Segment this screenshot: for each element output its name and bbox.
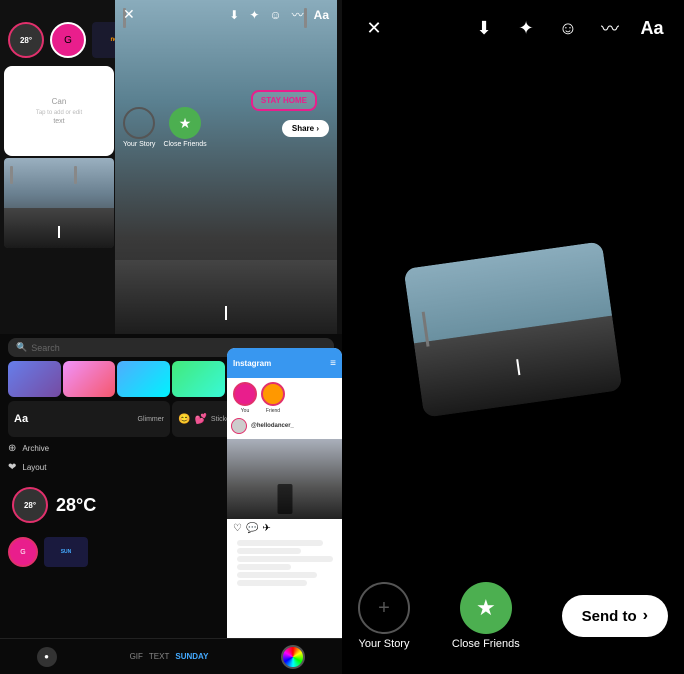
bg-option-2[interactable]	[63, 361, 116, 397]
feed-avatar-1[interactable]: You	[233, 382, 257, 414]
footer-gif[interactable]: GIF	[130, 652, 143, 661]
grid-cell-white-1[interactable]: Can Tap to add or edit text	[4, 66, 114, 156]
footer-section: ●	[37, 647, 57, 667]
story-thumb-1[interactable]: 28°	[8, 22, 44, 58]
cell-text-2: Tap to add or edit	[36, 110, 82, 116]
share-icon[interactable]: ✈	[262, 523, 270, 534]
editor-icons: ⬇ ✦ ☺ 〰 Aa	[229, 6, 329, 23]
bg-option-1[interactable]	[8, 361, 61, 397]
close-friends-icon: ★	[476, 595, 496, 621]
archive-label: Archive	[22, 444, 49, 453]
share-btn-left[interactable]: Share ›	[282, 120, 329, 137]
bg-option-4[interactable]	[172, 361, 225, 397]
aa-icon: Aa	[14, 413, 28, 425]
send-to-label: Send to	[582, 608, 637, 625]
aa-sublabel: Glimmer	[138, 416, 164, 423]
temp-story-thumb[interactable]: 28°	[12, 487, 48, 523]
feed-header: Instagram ≡	[227, 348, 342, 378]
close-friends-option-left[interactable]: ★ Close Friends	[163, 107, 206, 148]
pen-icon: 〰	[601, 15, 619, 41]
feed-post-image	[227, 439, 342, 519]
close-button[interactable]: ✕	[358, 12, 390, 44]
right-header-icons: ⬇ ✦ ☺ 〰 Aa	[468, 12, 668, 44]
close-friends-circle: ★	[460, 582, 512, 634]
story-editor-photo	[115, 0, 337, 340]
feed-caption	[227, 540, 342, 586]
temperature-display: 28°C	[56, 495, 96, 516]
feed-post-user: @hellodancer_	[231, 418, 338, 434]
editor-download-icon[interactable]: ⬇	[229, 8, 239, 22]
editor-face-icon[interactable]: ☺	[269, 8, 281, 22]
bottom-story-2[interactable]: SUN	[44, 537, 88, 567]
like-icon[interactable]: ♡	[233, 523, 242, 534]
send-to-button[interactable]: Send to ›	[562, 595, 668, 637]
editor-text-icon[interactable]: Aa	[314, 8, 329, 22]
search-placeholder: Search	[31, 343, 60, 353]
feed-actions: ♡ 💬 ✈	[227, 519, 342, 538]
temp-section: 28° 28°C	[12, 487, 96, 523]
face-icon: ☺	[559, 18, 577, 39]
cell-text-3: text	[53, 118, 64, 125]
footer-circle-btn[interactable]: ●	[37, 647, 57, 667]
footer-bar: ● GIF TEXT SUNDAY	[0, 638, 342, 674]
story-thumb-2[interactable]: G	[50, 22, 86, 58]
story-editor: ✕ ⬇ ✦ ☺ 〰 Aa STAY HOME Your Story	[115, 0, 337, 340]
bg-option-3[interactable]	[117, 361, 170, 397]
text-button[interactable]: Aa	[636, 12, 668, 44]
your-story-label: Your Story	[359, 638, 410, 650]
text-icon: Aa	[640, 18, 663, 39]
feed-post-header: @hellodancer_	[227, 418, 342, 439]
right-main-photo	[404, 241, 623, 417]
feed-preview-panel: Instagram ≡ You Friend @hellodancer_	[227, 348, 342, 638]
left-panel: 28° G news SUNDAY Can Tap to add or edit…	[0, 0, 342, 674]
face-button[interactable]: ☺	[552, 12, 584, 44]
footer-labels: GIF TEXT SUNDAY	[130, 652, 209, 661]
send-to-arrow-icon: ›	[643, 607, 648, 625]
your-story-option[interactable]: + Your Story	[358, 582, 410, 650]
friends-row: Your Story ★ Close Friends Share ›	[115, 101, 337, 154]
right-panel: ✕ ⬇ ✦ ☺ 〰 Aa	[342, 0, 684, 674]
close-friends-label: Close Friends	[452, 638, 520, 650]
footer-sunday[interactable]: SUNDAY	[175, 652, 208, 661]
bottom-story-1[interactable]: G	[8, 537, 38, 567]
feed-avatar-2[interactable]: Friend	[261, 382, 285, 414]
right-panel-header: ✕ ⬇ ✦ ☺ 〰 Aa	[342, 0, 684, 52]
your-story-icon: +	[378, 597, 390, 620]
download-icon: ⬇	[476, 18, 491, 39]
your-story-option-left[interactable]: Your Story	[123, 107, 155, 148]
sparkle-icon: ✦	[518, 18, 533, 39]
layout-icon: ❤	[8, 462, 16, 473]
editor-close-icon[interactable]: ✕	[123, 6, 135, 23]
color-wheel[interactable]	[281, 645, 305, 669]
close-friends-option[interactable]: ★ Close Friends	[452, 582, 520, 650]
your-story-circle: +	[358, 582, 410, 634]
right-main-photo-img	[404, 241, 623, 417]
comment-icon[interactable]: 💬	[246, 523, 258, 534]
pen-button[interactable]: 〰	[594, 12, 626, 44]
photo-road-left[interactable]	[4, 158, 114, 248]
layout-label: Layout	[22, 463, 46, 472]
editor-sparkle-icon[interactable]: ✦	[249, 8, 259, 22]
archive-icon: ⊕	[8, 443, 16, 454]
download-button[interactable]: ⬇	[468, 12, 500, 44]
cell-text-1: Can	[52, 97, 67, 106]
editor-pen-icon[interactable]: 〰	[292, 6, 304, 23]
footer-text[interactable]: TEXT	[149, 652, 169, 661]
sparkle-button[interactable]: ✦	[510, 12, 542, 44]
feed-avatars: You Friend	[227, 378, 342, 418]
story-editor-header: ✕ ⬇ ✦ ☺ 〰 Aa	[115, 0, 337, 29]
aa-option[interactable]: Aa Glimmer	[8, 401, 170, 437]
bottom-action-bar: + Your Story ★ Close Friends Send to ›	[342, 566, 684, 674]
